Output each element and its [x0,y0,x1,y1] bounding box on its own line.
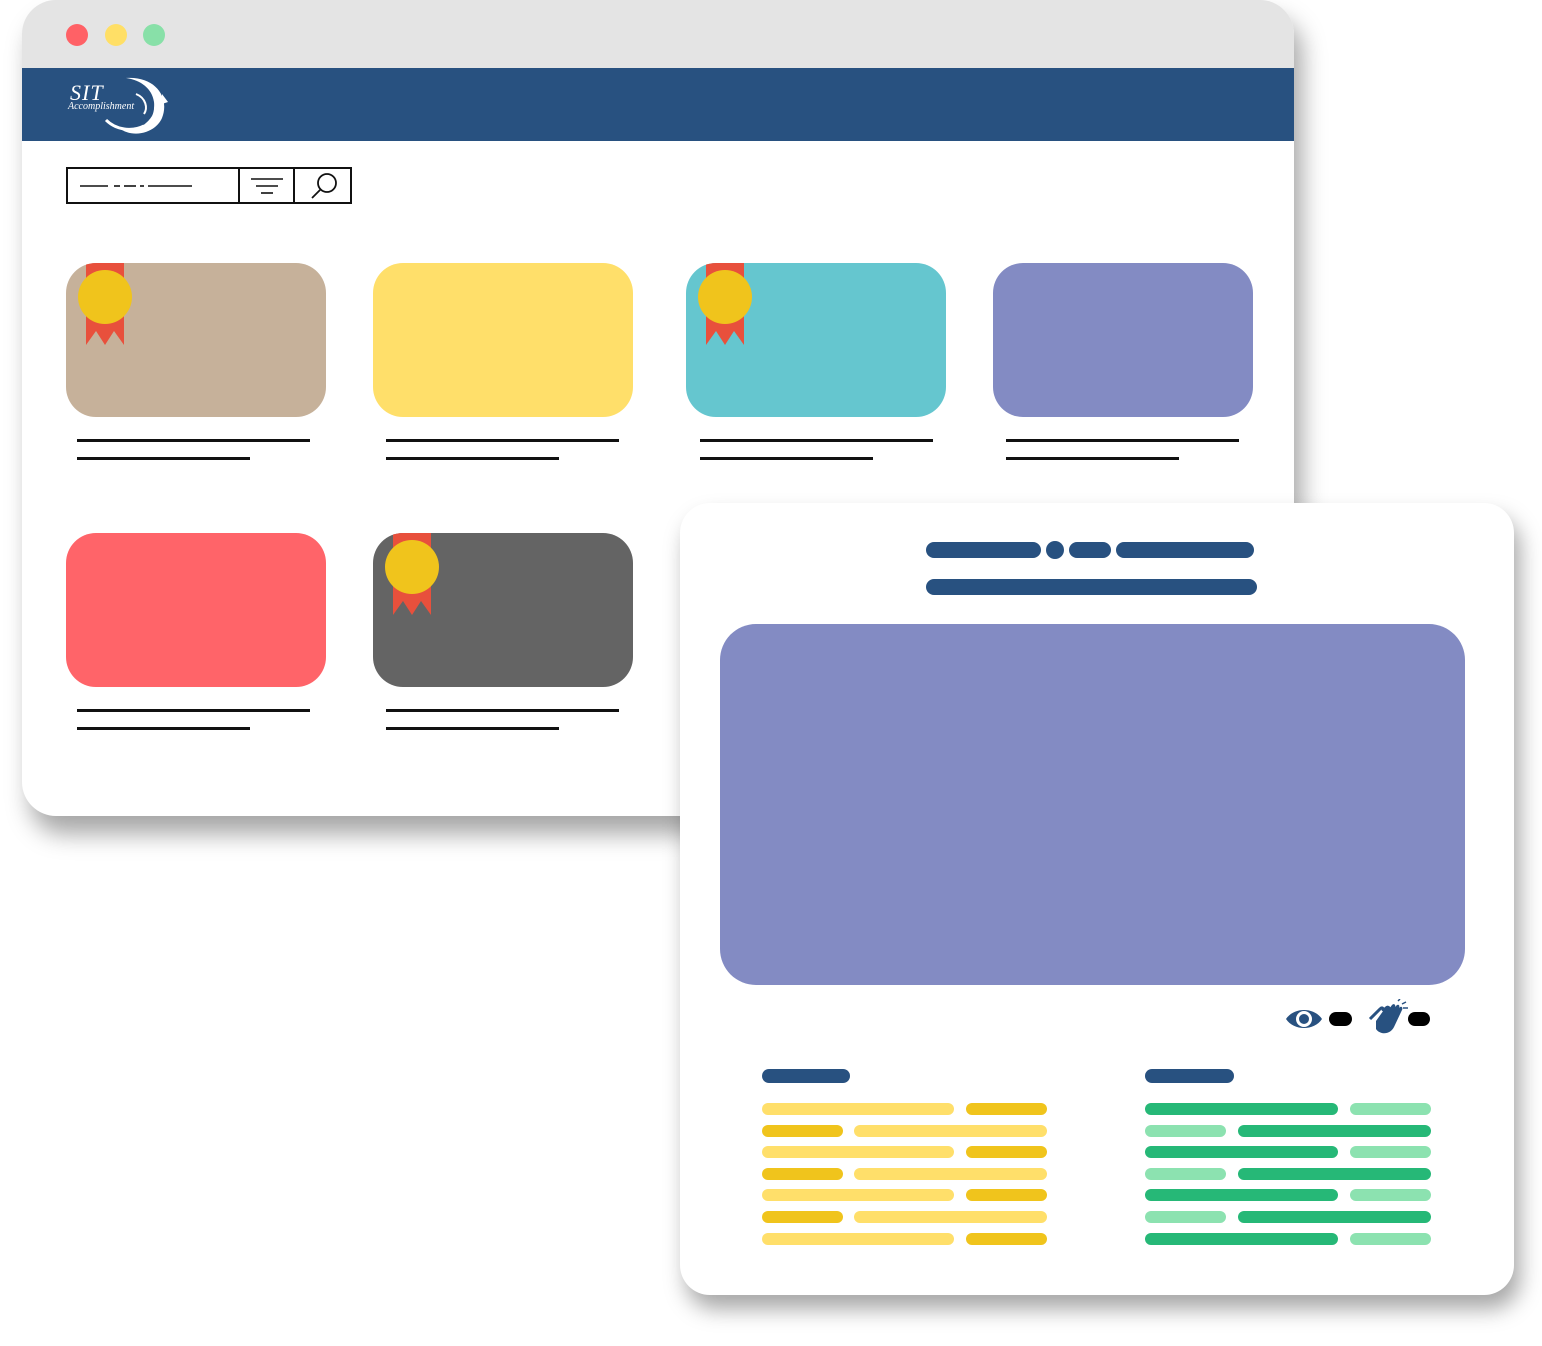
card-title-placeholder [386,709,619,712]
list-row-placeholder [1145,1211,1226,1223]
maximize-window-button[interactable] [143,24,165,46]
list-row-placeholder [1350,1103,1431,1115]
list-row-placeholder [1238,1167,1431,1180]
card-subtitle-placeholder [386,457,559,460]
search-icon [311,173,337,199]
list-row-placeholder [762,1103,954,1115]
list-row-placeholder [1350,1232,1431,1245]
list-row-placeholder [762,1189,954,1202]
subtitle-placeholder [926,579,1257,595]
card-subtitle-placeholder [1006,457,1179,460]
list-row-placeholder [1145,1146,1338,1159]
certificate-preview[interactable] [720,624,1465,985]
award-medal-icon [385,533,439,615]
search-input[interactable] [68,169,238,202]
list-row-placeholder [1350,1189,1431,1202]
list-heading-placeholder [1145,1069,1234,1083]
clap-count-badge [1408,1012,1430,1026]
card-title-placeholder [386,439,619,442]
site-header [22,68,1294,141]
title-placeholder [926,542,1041,558]
clap-icon[interactable] [1368,999,1410,1039]
window-titlebar [22,0,1294,68]
list-row-placeholder [1350,1146,1431,1159]
title-placeholder [1116,542,1254,558]
list-row-placeholder [854,1124,1047,1137]
list-row-placeholder [1238,1124,1431,1137]
card-subtitle-placeholder [77,727,250,730]
list-row-placeholder [966,1146,1047,1159]
award-medal-icon [698,263,752,345]
certificate-card[interactable] [993,263,1253,417]
list-row-placeholder [1145,1103,1338,1115]
close-window-button[interactable] [66,24,88,46]
list-row-placeholder [762,1211,843,1223]
card-title-placeholder [77,709,310,712]
search-placeholder-glyph [80,185,192,187]
list-row-placeholder [1238,1211,1431,1223]
search-button[interactable] [293,169,350,202]
list-row-placeholder [1145,1124,1226,1137]
search-bar [66,167,352,204]
certificate-card[interactable] [66,263,326,417]
card-subtitle-placeholder [386,727,559,730]
list-row-placeholder [762,1167,843,1180]
certificate-card[interactable] [686,263,946,417]
title-placeholder [1046,541,1064,559]
filter-button[interactable] [238,169,293,202]
list-row-placeholder [966,1103,1047,1115]
card-subtitle-placeholder [700,457,873,460]
list-row-placeholder [854,1211,1047,1223]
list-row-placeholder [1145,1167,1226,1180]
certificate-card[interactable] [373,263,633,417]
certificate-detail-window [680,503,1514,1295]
list-row-placeholder [1145,1232,1338,1245]
view-count-badge [1329,1012,1352,1026]
logo-subtext: Accomplishment [68,101,135,112]
card-title-placeholder [77,439,310,442]
certificate-card[interactable] [373,533,633,687]
title-placeholder [1069,542,1111,558]
certificate-card[interactable] [66,533,326,687]
minimize-window-button[interactable] [105,24,127,46]
list-row-placeholder [854,1167,1047,1180]
list-row-placeholder [1145,1189,1338,1202]
stage: SIT Accomplishment [0,0,1542,1346]
card-title-placeholder [1006,439,1239,442]
award-medal-icon [78,263,132,345]
filter-icon [251,178,283,194]
card-subtitle-placeholder [77,457,250,460]
list-heading-placeholder [762,1069,850,1083]
list-row-placeholder [966,1189,1047,1202]
eye-icon [1286,1010,1322,1028]
list-row-placeholder [762,1124,843,1137]
list-row-placeholder [762,1232,954,1245]
card-title-placeholder [700,439,933,442]
list-row-placeholder [966,1232,1047,1245]
list-row-placeholder [762,1146,954,1159]
